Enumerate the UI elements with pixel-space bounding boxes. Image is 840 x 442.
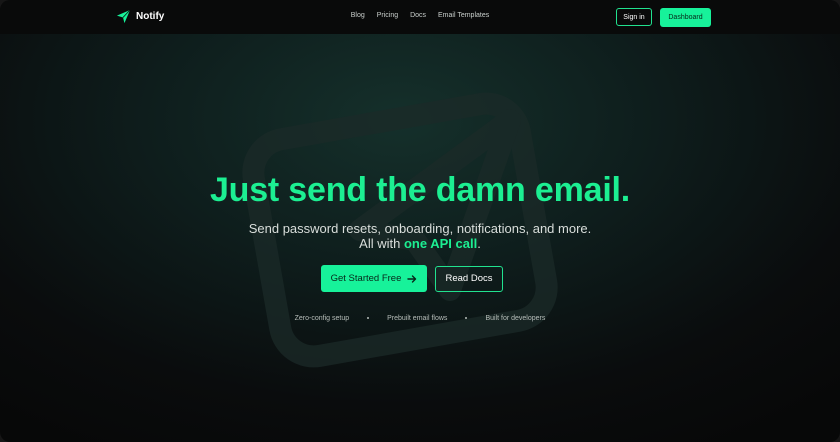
hero-subtitle-line2: All with one API call. — [0, 236, 840, 251]
sign-in-button[interactable]: Sign in — [616, 8, 652, 26]
read-docs-button[interactable]: Read Docs — [435, 266, 503, 292]
feature-item: Prebuilt email flows — [387, 315, 448, 322]
feature-item: Built for developers — [485, 315, 546, 322]
hero-subtitle-line1: Send password resets, onboarding, notifi… — [248, 221, 592, 236]
nav-link-email-templates[interactable]: Email Templates — [438, 12, 489, 19]
nav-link-docs[interactable]: Docs — [410, 12, 426, 19]
nav-link-pricing[interactable]: Pricing — [377, 12, 398, 19]
feature-item: Zero-config setup — [294, 315, 350, 322]
dashboard-button[interactable]: Dashboard — [660, 8, 711, 27]
nav-links: Blog Pricing Docs Email Templates — [0, 12, 840, 19]
feature-list: Zero-config setup Prebuilt email flows Bui… — [0, 315, 840, 322]
top-nav: Notify Blog Pricing Docs Email Templates… — [0, 0, 840, 34]
subtitle-highlight: one API call — [403, 236, 478, 251]
hero-title: Just send the damn email. — [209, 171, 631, 209]
separator-dot — [465, 316, 468, 319]
separator-dot — [367, 316, 370, 319]
page-frame: Notify Blog Pricing Docs Email Templates… — [0, 0, 840, 442]
nav-link-blog[interactable]: Blog — [351, 12, 365, 19]
get-started-button[interactable]: Get Started Free — [321, 265, 427, 292]
subtitle-prefix: All with — [359, 236, 404, 251]
arrow-right-icon — [407, 274, 417, 283]
subtitle-suffix: . — [477, 236, 481, 251]
get-started-label: Get Started Free — [330, 273, 402, 284]
